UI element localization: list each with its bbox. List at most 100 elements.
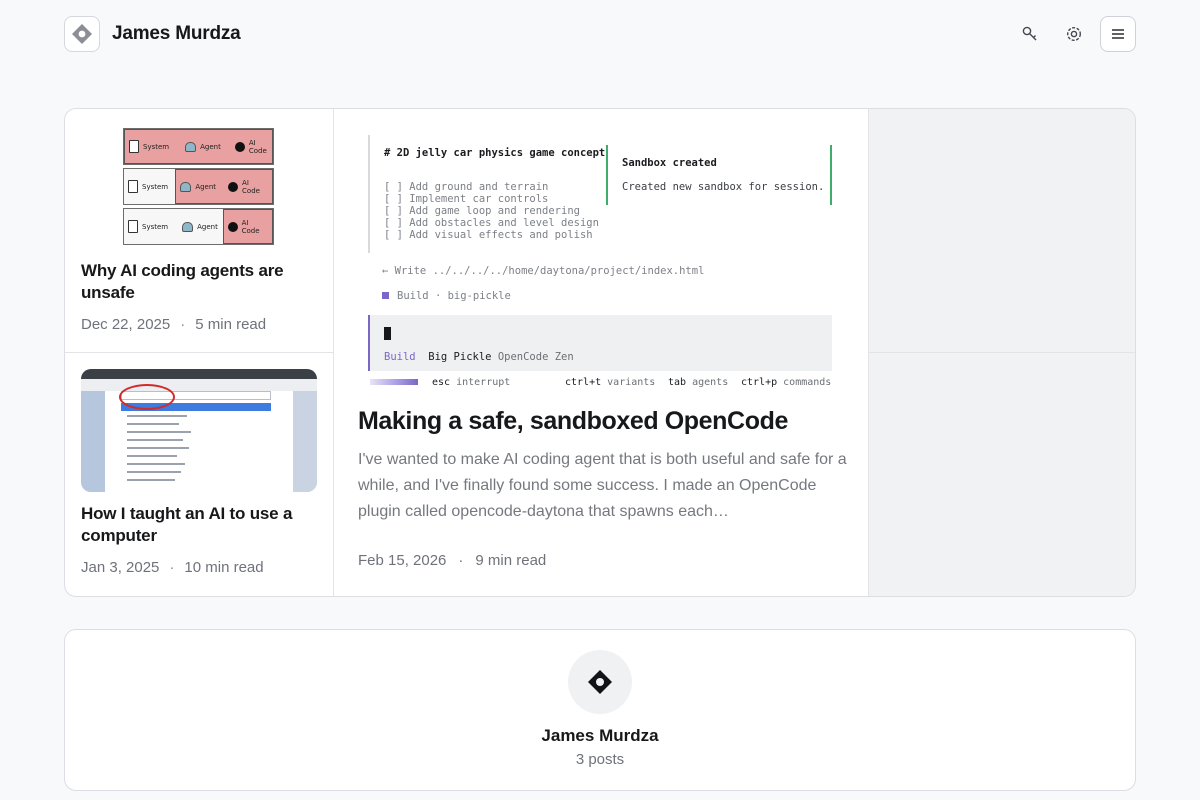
menu-button[interactable] — [1100, 16, 1136, 52]
diagram-ai-label: AI Code — [242, 178, 260, 195]
key-button[interactable] — [1012, 16, 1048, 52]
hint-key: ctrl+t — [565, 377, 602, 388]
agent-icon — [180, 181, 192, 192]
post-meta: Jan 3, 2025 · 10 min read — [81, 559, 264, 576]
post-read-time: 10 min read — [184, 559, 264, 576]
featured-post-card[interactable]: # 2D jelly car physics game concept [ ] … — [333, 109, 869, 596]
post-date: Feb 15, 2026 — [358, 552, 447, 569]
post-thumbnail — [81, 369, 317, 492]
input-mode: Build — [384, 351, 416, 363]
post-title[interactable]: Why AI coding agents are unsafe — [81, 260, 311, 304]
key-icon — [1022, 26, 1037, 41]
meta-separator: · — [180, 316, 186, 333]
post-meta: Dec 22, 2025 · 5 min read — [81, 316, 266, 333]
empty-cell — [869, 353, 1135, 596]
suggestion-line — [127, 439, 183, 441]
meta-separator: · — [458, 552, 464, 569]
bomb-icon — [227, 221, 238, 232]
highlight-circle — [119, 384, 175, 410]
sandbox-notice: Sandbox created Created new sandbox for … — [606, 145, 832, 205]
post-thumbnail: System Agent AI Code System Agent AI Cod… — [81, 128, 317, 246]
agent-icon — [185, 141, 197, 152]
hint-key: esc — [432, 377, 451, 388]
author-card[interactable]: James Murdza 3 posts — [64, 629, 1136, 791]
suggestion-line — [127, 463, 185, 465]
diagram-agent-label: Agent — [200, 142, 221, 151]
browser-toolbar — [81, 379, 317, 391]
diagram-system-label: System — [142, 222, 169, 231]
todo-item: [ ] Add game loop and rendering — [384, 205, 580, 217]
input-provider: OpenCode Zen — [497, 351, 574, 363]
hint-key: tab — [668, 377, 687, 388]
build-model: · big-pickle — [434, 290, 511, 302]
terminal-screenshot: # 2D jelly car physics game concept [ ] … — [368, 135, 834, 395]
bomb-icon — [228, 181, 239, 192]
home-link[interactable]: James Murdza — [64, 16, 241, 52]
suggestion-line — [127, 431, 191, 433]
hint-label: commands — [783, 377, 832, 388]
bomb-icon — [234, 141, 245, 152]
featured-post-title[interactable]: Making a safe, sandboxed OpenCode — [358, 405, 848, 437]
input-model: Big Pickle — [428, 351, 492, 363]
suggestion-line — [127, 479, 175, 481]
site-name: James Murdza — [112, 23, 241, 44]
browser-titlebar — [81, 369, 317, 379]
write-line: ← Write ../../../../home/daytona/project… — [382, 265, 705, 277]
prompt-input: Build Big Pickle OpenCode Zen — [368, 315, 832, 371]
post-read-time: 5 min read — [195, 316, 267, 333]
diagram-ai-label: AI Code — [248, 138, 267, 155]
desktop-area — [293, 391, 317, 492]
prompt-mode-line: Build Big Pickle OpenCode Zen — [384, 351, 574, 363]
todo-item: [ ] Add visual effects and polish — [384, 229, 593, 241]
post-card[interactable]: System Agent AI Code System Agent AI Cod… — [65, 109, 333, 353]
suggestion-line — [127, 447, 189, 449]
logo-icon — [588, 670, 612, 694]
status-hint: ctrl+p commands — [741, 377, 831, 388]
status-hint: tab agents — [668, 377, 728, 388]
post-date: Dec 22, 2025 — [81, 316, 171, 333]
post-card[interactable]: How I taught an AI to use a computer Jan… — [65, 353, 333, 596]
todo-heading: # 2D jelly car physics game concept — [384, 147, 606, 159]
todo-item: [ ] Implement car controls — [384, 193, 549, 205]
posts-grid: System Agent AI Code System Agent AI Cod… — [64, 108, 1136, 597]
build-line: Build · big-pickle — [382, 290, 511, 302]
diagram-row: System Agent AI Code — [123, 128, 274, 165]
hint-label: interrupt — [456, 377, 511, 388]
suggestion-line — [127, 455, 177, 457]
diagram-row: System Agent AI Code — [123, 168, 274, 205]
avatar — [568, 650, 632, 714]
author-name[interactable]: James Murdza — [65, 726, 1135, 746]
empty-cell — [869, 109, 1135, 353]
author-post-count: 3 posts — [575, 751, 625, 768]
suggestion-line — [127, 415, 187, 417]
hint-label: variants — [607, 377, 656, 388]
status-hint: esc interrupt — [432, 377, 510, 388]
diagram-system-label: System — [142, 182, 169, 191]
diagram-system-label: System — [143, 142, 170, 151]
build-square-icon — [382, 292, 389, 299]
agent-icon — [182, 221, 194, 232]
build-label: Build — [397, 290, 429, 302]
gear-icon — [1066, 26, 1082, 42]
diagram-row: System Agent AI Code — [123, 208, 274, 245]
progress-bars-icon — [370, 379, 418, 385]
hint-key: ctrl+p — [741, 377, 778, 388]
settings-button[interactable] — [1056, 16, 1092, 52]
todo-item: [ ] Add obstacles and level design — [384, 217, 599, 229]
todo-item: [ ] Add ground and terrain — [384, 181, 549, 193]
menu-icon — [1112, 29, 1124, 39]
notice-title: Sandbox created — [622, 157, 717, 169]
meta-separator: · — [169, 559, 175, 576]
featured-post-excerpt: I've wanted to make AI coding agent that… — [358, 451, 847, 520]
status-hint: ctrl+t variants — [565, 377, 655, 388]
diagram-agent-label: Agent — [195, 182, 217, 191]
post-title[interactable]: How I taught an AI to use a computer — [81, 503, 311, 547]
suggestion-line — [127, 423, 179, 425]
cursor-icon — [384, 327, 391, 340]
system-icon — [128, 180, 138, 193]
header-actions — [1012, 16, 1136, 52]
diagram-agent-label: Agent — [197, 222, 218, 231]
logo-icon — [64, 16, 100, 52]
post-date: Jan 3, 2025 — [81, 559, 160, 576]
notice-body: Created new sandbox for session. — [622, 181, 825, 193]
